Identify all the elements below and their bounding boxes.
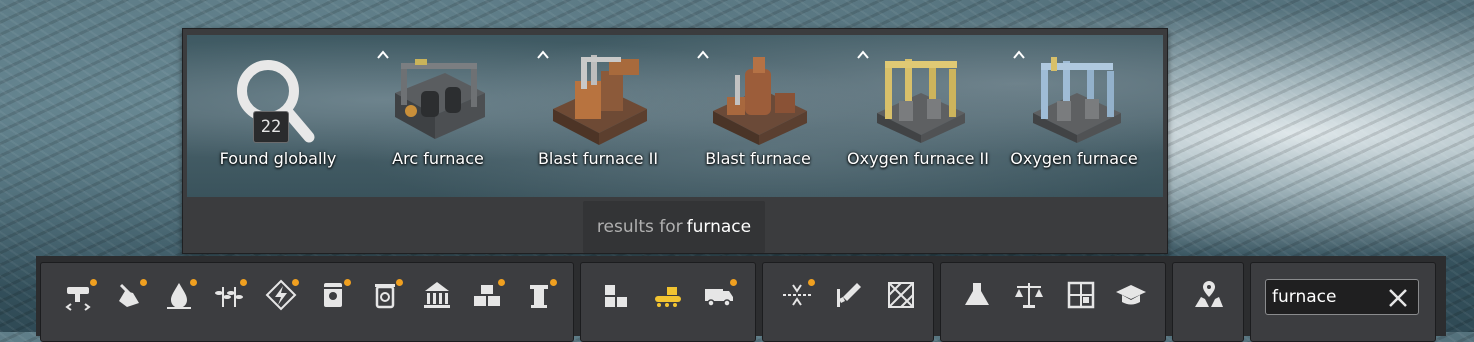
- toolbar-button-housing[interactable]: [597, 277, 633, 313]
- notification-dot: [90, 279, 97, 286]
- notification-dot: [808, 279, 815, 286]
- notification-dot: [550, 279, 557, 286]
- toolbar-button-recycle[interactable]: [367, 277, 403, 313]
- notification-dot: [292, 279, 299, 286]
- research-icon: [965, 283, 989, 305]
- notification-dot: [396, 279, 403, 286]
- toolbar-group-transport: [762, 262, 934, 342]
- result-label: Arc furnace: [392, 149, 484, 168]
- toolbar-button-farming[interactable]: [211, 277, 247, 313]
- result-oxygen-furnace[interactable]: Oxygen furnace: [999, 35, 1149, 197]
- balance-icon: [1015, 283, 1043, 308]
- notification-dot: [240, 279, 247, 286]
- search-input[interactable]: [1272, 284, 1382, 310]
- toolbar-group-map: [1172, 262, 1244, 342]
- results-strip: 22 Found globally Arc furnace Blast furn…: [187, 35, 1163, 197]
- toolbar-button-power[interactable]: [263, 277, 299, 313]
- blast-furnace-ii-icon: [553, 55, 647, 145]
- search-results-panel: 22 Found globally Arc furnace Blast furn…: [182, 28, 1168, 254]
- result-label: Oxygen furnace: [1010, 149, 1138, 168]
- result-label: Oxygen furnace II: [847, 149, 989, 168]
- search-box: [1265, 279, 1419, 315]
- result-label: Blast furnace II: [537, 149, 659, 168]
- results-footer-query: furnace: [686, 217, 752, 237]
- toolbar-button-map[interactable]: [1191, 277, 1227, 313]
- toolbar-button-education[interactable]: [1113, 277, 1149, 313]
- terrain-icon: [888, 282, 914, 308]
- toolbar-group-logistics: [580, 262, 756, 342]
- oxygen-furnace-ii-icon: [877, 59, 965, 143]
- result-oxygen-furnace-ii[interactable]: Oxygen furnace II: [843, 35, 993, 197]
- toolbar-button-conveyor[interactable]: [61, 277, 97, 313]
- toolbar-group-search: [1250, 262, 1436, 342]
- toolbar-group-production: [40, 262, 574, 342]
- close-icon[interactable]: [1386, 286, 1410, 310]
- government-icon: [424, 282, 450, 308]
- toolbar-button-transport[interactable]: [779, 277, 815, 313]
- notification-dot: [140, 279, 147, 286]
- result-blast-furnace[interactable]: Blast furnace: [683, 35, 833, 197]
- toolbar-button-storage[interactable]: [469, 277, 505, 313]
- toolbar-button-fuel[interactable]: [315, 277, 351, 313]
- notification-dot: [344, 279, 351, 286]
- toolbar-button-rocket[interactable]: [831, 277, 867, 313]
- result-arc-furnace[interactable]: Arc furnace: [363, 35, 513, 197]
- toolbar-button-pillar[interactable]: [521, 277, 557, 313]
- toolbar-button-government[interactable]: [419, 277, 455, 313]
- oxygen-furnace-icon: [1033, 57, 1121, 143]
- toolbar-button-blueprints[interactable]: [1063, 277, 1099, 313]
- cargo-depot-icon: [655, 287, 681, 307]
- results-footer-prefix: results for: [596, 217, 683, 237]
- toolbar-button-mining[interactable]: [111, 277, 147, 313]
- blueprints-icon: [1067, 281, 1095, 309]
- arc-furnace-icon: [395, 59, 485, 139]
- toolbar-button-research[interactable]: [959, 277, 995, 313]
- notification-dot: [190, 279, 197, 286]
- result-found-globally[interactable]: 22 Found globally: [203, 35, 353, 197]
- toolbar-button-vehicles[interactable]: [701, 277, 737, 313]
- toolbar-group-management: [940, 262, 1166, 342]
- notification-dot: [730, 279, 737, 286]
- result-label: Blast furnace: [705, 149, 811, 168]
- housing-icon: [605, 285, 627, 307]
- toolbar-button-terrain[interactable]: [883, 277, 919, 313]
- blast-furnace-icon: [713, 57, 807, 145]
- toolbar-button-balance[interactable]: [1011, 277, 1047, 313]
- map-icon: [1195, 281, 1223, 307]
- results-count-badge: 22: [253, 111, 289, 143]
- result-label: Found globally: [219, 149, 337, 168]
- rocket-icon: [837, 283, 861, 307]
- notification-dot: [498, 279, 505, 286]
- toolbar-button-cargo-depot[interactable]: [649, 277, 685, 313]
- toolbar-button-water[interactable]: [161, 277, 197, 313]
- education-icon: [1116, 285, 1146, 305]
- results-footer: results for furnace: [583, 201, 765, 253]
- result-blast-furnace-ii[interactable]: Blast furnace II: [523, 35, 673, 197]
